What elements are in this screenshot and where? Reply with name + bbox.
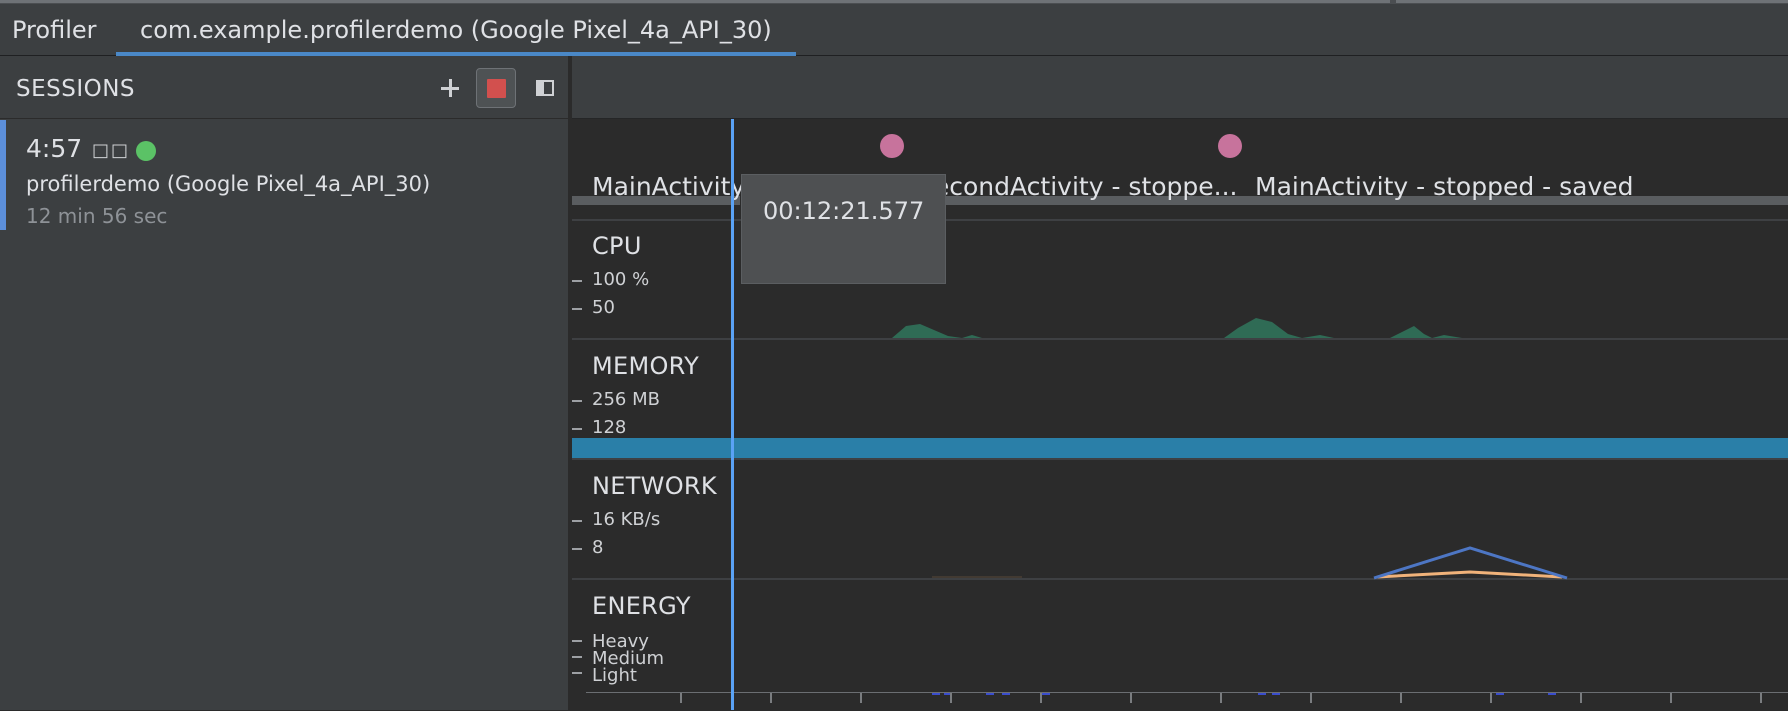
add-session-button[interactable] bbox=[430, 68, 470, 108]
sessions-header: SESSIONS bbox=[0, 56, 570, 119]
tab-profiler[interactable]: Profiler bbox=[12, 0, 97, 56]
session-duration: 12 min 56 sec bbox=[26, 204, 168, 228]
tool-window-tabs: Profiler com.example.profilerdemo (Googl… bbox=[0, 0, 1788, 56]
session-item[interactable]: 4:57 □□ profilerdemo (Google Pixel_4a_AP… bbox=[0, 120, 570, 230]
session-boxes: □□ bbox=[92, 140, 131, 161]
sessions-title: SESSIONS bbox=[16, 76, 136, 102]
panel-icon bbox=[536, 80, 554, 96]
playhead-cursor[interactable] bbox=[731, 119, 734, 710]
session-time: 4:57 bbox=[26, 134, 83, 163]
session-name: profilerdemo (Google Pixel_4a_API_30) bbox=[26, 172, 431, 196]
track-graphs bbox=[892, 318, 1568, 695]
session-selected-accent bbox=[0, 120, 6, 230]
tab-session[interactable]: com.example.profilerdemo (Google Pixel_4… bbox=[116, 0, 796, 56]
cpu-usage-area bbox=[1224, 318, 1462, 338]
time-tooltip: 00:12:21.577 bbox=[741, 174, 946, 284]
session-live-icon bbox=[136, 141, 156, 161]
profiler-timeline[interactable]: MainActivity SecondActivity - stoppe... … bbox=[572, 56, 1788, 710]
cpu-usage-area bbox=[892, 324, 982, 338]
network-sent-line bbox=[1376, 570, 1563, 579]
stop-icon bbox=[487, 79, 506, 98]
collapse-panel-button[interactable] bbox=[526, 68, 566, 108]
sessions-panel: SESSIONS 4:57 □□ profilerdemo (Google Pi… bbox=[0, 56, 570, 710]
tooltip-time: 00:12:21.577 bbox=[763, 197, 925, 225]
stop-session-button[interactable] bbox=[476, 68, 516, 108]
time-axis[interactable] bbox=[586, 692, 1788, 711]
